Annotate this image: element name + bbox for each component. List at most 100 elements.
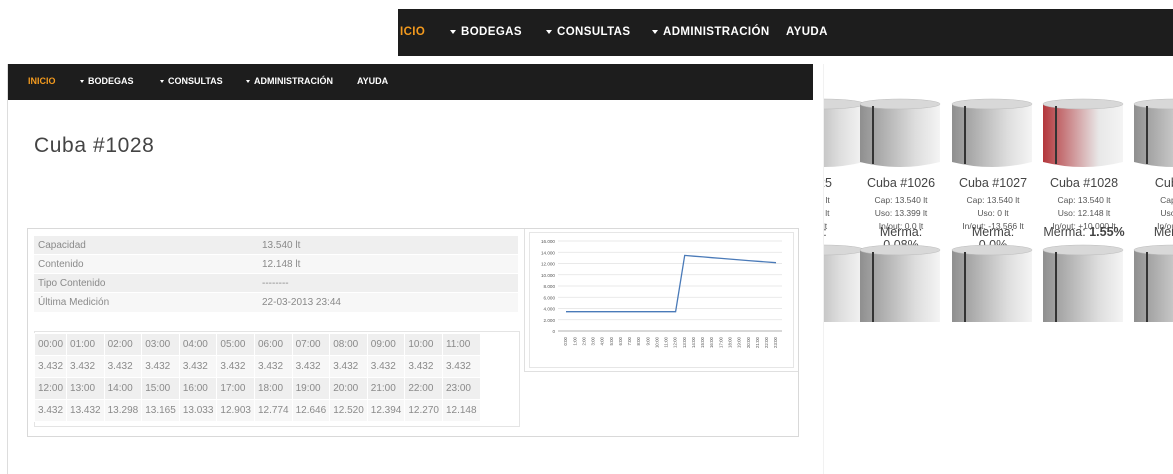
value-cell: 3.432 [366, 355, 406, 378]
cuba-uso: Uso: 12.148 lt [1057, 208, 1111, 218]
value-cell: 12.903 [216, 399, 255, 422]
tank-icon [859, 244, 941, 322]
info-row: Contenido 12.148 lt [34, 254, 518, 274]
cuba-card[interactable]: Cuba #1027 Cap: 13.540 lt Uso: 0 lt In/out:… [944, 98, 1042, 252]
value-cell: 12.646 [291, 399, 331, 422]
info-label: Capacidad [34, 235, 258, 255]
bg-nav-bodegas-label: BODEGAS [461, 26, 522, 38]
background-nav-bar: ICIO BODEGAS CONSULTAS ADMINISTRACIÓN AY… [398, 9, 1173, 56]
cuba-card[interactable]: Cuba #1026 Cap: 13.540 lt Uso: 13.399 lt In… [852, 98, 950, 252]
x-tick-label: 19:00 [737, 336, 742, 348]
merma-label: Merma: [1043, 225, 1086, 239]
tank-icon [1042, 244, 1124, 322]
info-value: 22-03-2013 23:44 [258, 292, 518, 312]
info-label: Tipo Contenido [34, 273, 258, 293]
bg-nav-administracion[interactable]: ADMINISTRACIÓN [652, 9, 770, 56]
hour-cell: 08:00 [329, 333, 368, 356]
x-tick-label: 0:00 [563, 336, 568, 345]
info-value: 13.540 lt [258, 235, 518, 255]
cuba-cap: Cap: 13.540 lt [874, 195, 928, 205]
bg-nav-ayuda[interactable]: AYUDA [786, 9, 828, 56]
tank-icon [951, 98, 1033, 167]
tank-icon [859, 98, 941, 167]
x-tick-label: 18:00 [728, 336, 733, 348]
hour-cell: 21:00 [366, 377, 406, 400]
value-cell: 3.432 [33, 399, 68, 422]
x-tick-label: 8:00 [636, 336, 641, 345]
info-value: 12.148 lt [258, 254, 518, 274]
nav-bodegas[interactable]: BODEGAS [80, 64, 134, 100]
nav-consultas[interactable]: CONSULTAS [160, 64, 223, 100]
nav-inicio[interactable]: INICIO [28, 64, 56, 100]
merma-label: Merma: [879, 225, 923, 239]
merma-label: Merma: [1153, 225, 1173, 239]
hour-cell: 16:00 [178, 377, 218, 400]
value-cell: 3.432 [216, 355, 255, 378]
caret-down-icon [160, 80, 164, 84]
cuba-card[interactable]: Cuba #Cap: 13Uso: 13In/out: +1Merma: [1126, 98, 1173, 240]
hour-cell: 09:00 [366, 333, 406, 356]
x-tick-label: 5:00 [609, 336, 614, 345]
info-label: Última Medición [34, 292, 258, 312]
x-tick-label: 2:00 [581, 336, 586, 345]
cuba-name: Cuba # [1154, 176, 1173, 190]
hour-cell: 17:00 [216, 377, 255, 400]
hour-cell: 03:00 [141, 333, 180, 356]
cuba-cap: Cap: 13.540 lt [1057, 195, 1111, 205]
cuba-merma: Merma: 1.55% [1035, 226, 1133, 239]
cuba-card[interactable]: Cuba #1028 Cap: 13.540 lt Uso: 12.148 lt In… [1035, 98, 1133, 240]
hour-cell: 19:00 [291, 377, 331, 400]
x-tick-label: 9:00 [645, 336, 650, 345]
x-tick-label: 20:00 [746, 336, 751, 348]
x-tick-label: 12:00 [673, 336, 678, 348]
info-table: Capacidad 13.540 lt Contenido 12.148 lt Tipo… [34, 235, 518, 312]
value-cell: 3.432 [178, 355, 218, 378]
x-tick-label: 7:00 [627, 336, 632, 345]
value-cell: 12.148 [441, 399, 481, 422]
value-cell: 3.432 [441, 355, 481, 378]
hour-cell: 11:00 [441, 333, 481, 356]
detail-panel: Capacidad 13.540 lt Contenido 12.148 lt Tipo… [27, 228, 799, 437]
merma-value: 1.55% [1089, 225, 1125, 239]
cuba-merma: Merma: [1126, 226, 1173, 239]
info-row: Tipo Contenido -------- [34, 273, 518, 293]
hour-cell: 02:00 [103, 333, 143, 356]
hour-cell: 06:00 [254, 333, 293, 356]
nav-ayuda[interactable]: AYUDA [357, 64, 388, 100]
value-cell: 13.033 [178, 399, 218, 422]
x-tick-label: 23:00 [773, 336, 778, 348]
value-cell: 3.432 [33, 355, 68, 378]
bg-nav-consultas[interactable]: CONSULTAS [546, 9, 630, 56]
x-tick-label: 1:00 [572, 336, 577, 345]
value-cell: 3.432 [329, 355, 368, 378]
hour-cell: 14:00 [103, 377, 143, 400]
value-cell: 12.394 [366, 399, 406, 422]
caret-down-icon [652, 29, 658, 34]
nav-administracion[interactable]: ADMINISTRACIÓN [246, 64, 333, 100]
caret-down-icon [546, 29, 552, 34]
value-cell: 3.432 [291, 355, 331, 378]
caret-down-icon [450, 29, 456, 34]
info-row: Última Medición 22-03-2013 23:44 [34, 292, 518, 312]
caret-down-icon [246, 80, 250, 84]
hour-cell: 04:00 [178, 333, 218, 356]
x-tick-label: 13:00 [682, 336, 687, 348]
value-cell: 12.774 [254, 399, 293, 422]
bg-nav-bodegas[interactable]: BODEGAS [450, 9, 522, 56]
nav-bodegas-label: BODEGAS [88, 76, 134, 86]
hour-cell: 13:00 [66, 377, 105, 400]
chart-area: 0 2.000 4.000 6.000 8.000 10.000 12.000 14.000 1… [529, 232, 794, 368]
detail-window: INICIO BODEGAS CONSULTAS ADMINISTRACIÓN … [7, 64, 823, 474]
x-tick-label: 11:00 [664, 336, 669, 347]
nav-consultas-label: CONSULTAS [168, 76, 223, 86]
info-label: Contenido [34, 254, 258, 274]
tank-icon [1042, 98, 1124, 167]
y-tick-label: 2.000 [544, 318, 556, 323]
bg-nav-inicio[interactable]: ICIO [400, 9, 425, 56]
y-tick-label: 16.000 [541, 239, 555, 244]
x-tick-label: 17:00 [718, 336, 723, 348]
y-tick-label: 8.000 [544, 284, 556, 289]
y-tick-label: 12.000 [541, 262, 555, 267]
bg-nav-administracion-label: ADMINISTRACIÓN [663, 26, 770, 38]
hourly-row: 3.432 13.432 13.298 13.165 13.033 12.903 12.77… [33, 399, 481, 422]
